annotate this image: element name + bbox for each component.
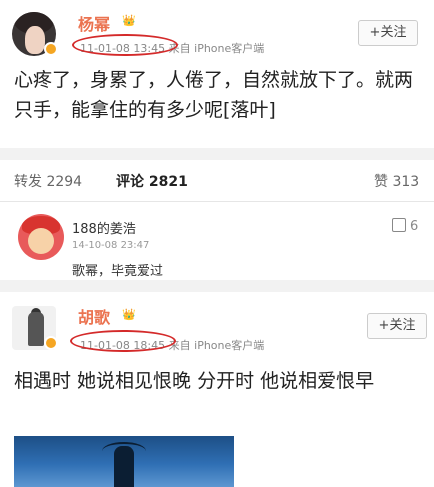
commenter-avatar-face — [28, 228, 54, 254]
commenter-avatar[interactable] — [18, 214, 64, 260]
comment-tab[interactable]: 评论 2821 — [116, 171, 188, 191]
post-text: 心疼了，身累了，人倦了，自然就放下了。就两只手，能拿住的有多少呢[落叶] — [14, 69, 414, 121]
follow-button[interactable]: +关注 — [358, 20, 418, 46]
comment-date: 14-10-08 23:47 — [72, 240, 150, 251]
author-name[interactable]: 胡歌 — [78, 304, 110, 328]
highlight-circle — [70, 330, 176, 352]
repost-button[interactable]: 转发 2294 — [14, 171, 82, 191]
comment-like-button[interactable]: 6 — [392, 218, 418, 234]
comment-text: 歌幂，毕竟爱过 — [72, 264, 164, 279]
post-source: 来自 iPhone客户端 — [168, 339, 265, 352]
post-image[interactable] — [14, 436, 234, 487]
comment-item: 188的姜浩 14-10-08 23:47 歌幂，毕竟爱过 6 — [0, 202, 434, 280]
author-name[interactable]: 杨幂 — [78, 11, 110, 35]
comment-like-count: 6 — [410, 219, 419, 234]
follow-button[interactable]: +关注 — [367, 313, 427, 339]
avatar-figure — [28, 312, 44, 346]
thumbs-up-icon — [392, 218, 406, 232]
avatar-face — [25, 26, 45, 54]
weibo-post-yangmi: 杨幂 👑 +关注 心疼了，身累了，人倦了，自然就放下了。就两只手，能拿住的有多少… — [0, 0, 434, 148]
verified-badge-icon — [44, 42, 58, 56]
divider — [0, 280, 434, 292]
crown-icon: 👑 — [122, 14, 136, 27]
verified-badge-icon — [44, 336, 58, 350]
commenter-name[interactable]: 188的姜浩 — [72, 218, 136, 237]
crown-icon: 👑 — [122, 308, 136, 321]
post-actions-bar: 转发 2294 评论 2821 赞 313 — [0, 160, 434, 202]
post-text: 相遇时 她说相见恨晚 分开时 他说相爱恨早 — [14, 370, 375, 392]
highlight-circle — [72, 34, 178, 56]
like-button[interactable]: 赞 313 — [374, 171, 419, 191]
post-source: 来自 iPhone客户端 — [168, 42, 265, 55]
divider — [0, 148, 434, 160]
image-tree — [114, 446, 134, 487]
